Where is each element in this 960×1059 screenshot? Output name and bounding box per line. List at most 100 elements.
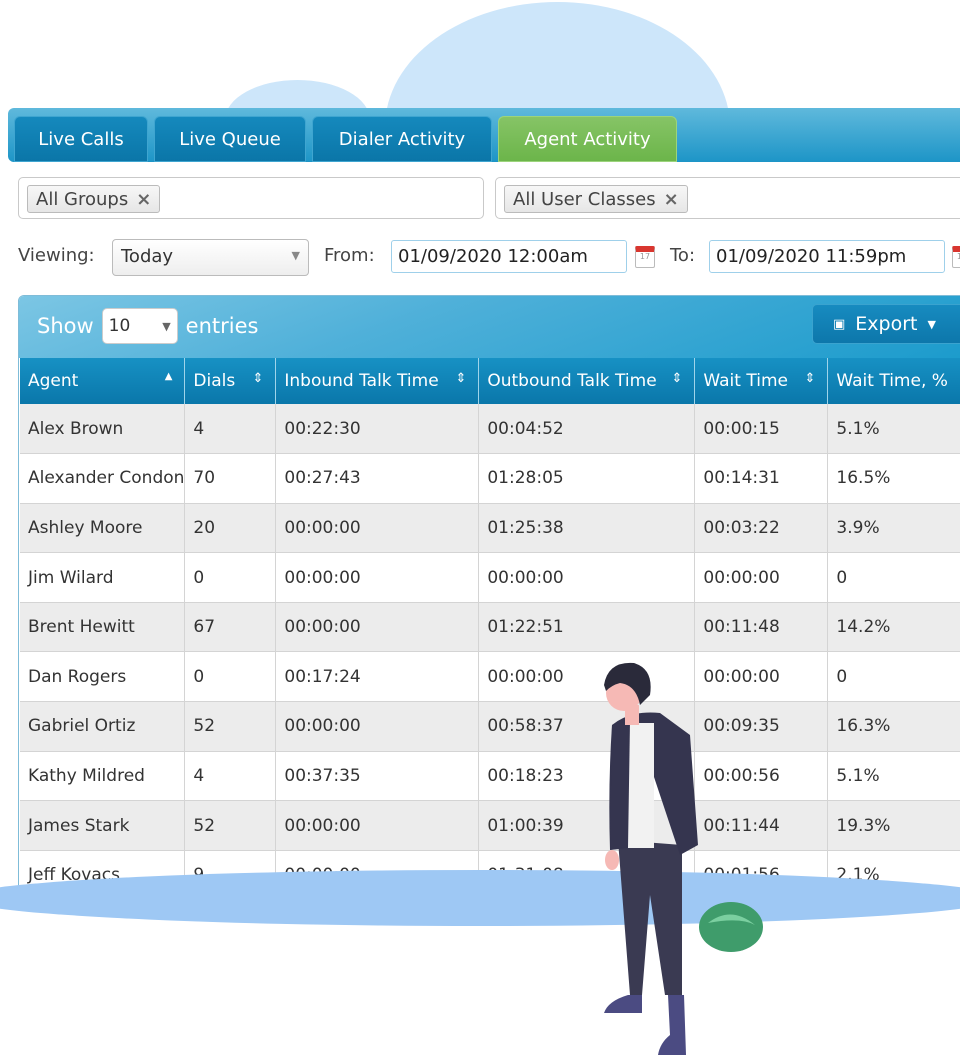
from-date-input[interactable]: 01/09/2020 12:00am [391,240,627,273]
show-label: Show [37,314,94,338]
sort-icon[interactable]: ⇕ [455,371,466,386]
from-label: From: [324,245,375,266]
table-cell: Ashley Moore [20,503,186,554]
export-button[interactable]: ▣ Export ▼ [812,304,960,344]
save-icon: ▣ [833,316,846,332]
viewing-value: Today [121,246,174,267]
table-cell: 16.5% [827,453,960,504]
export-label: Export [855,313,918,335]
table-cell: 16.3% [827,701,960,752]
column-header[interactable]: Wait Time, % [827,358,960,404]
dropdown-arrow-icon: ▼ [291,249,300,262]
table-row[interactable]: Alexander Condon 70 00:27:43 01:28:05 00:14:… [20,453,960,504]
table-cell: 3.9% [827,503,960,554]
table-cell: 5.1% [827,404,960,455]
column-header[interactable]: Outbound Talk Time ⇕ [478,358,696,404]
table-cell: 70 [184,453,277,504]
agent-table: Agent ▲ Dials ⇕ Inbound Talk Time ⇕ Outbound T… [20,358,960,888]
table-cell: 0 [827,552,960,603]
table-row[interactable]: Dan Rogers 0 00:17:24 00:00:00 00:00:00 0 [20,651,960,703]
calendar-icon[interactable]: 17 [952,246,960,268]
table-cell: James Stark [20,800,186,851]
calendar-icon[interactable]: 17 [635,246,655,268]
table-row[interactable]: Kathy Mildred 4 00:37:35 00:18:23 00:00:56 5.… [20,751,960,802]
column-label: Wait Time, % [836,371,948,391]
column-label: Dials [193,371,236,391]
column-label: Outbound Talk Time [487,371,657,391]
column-label: Agent [28,371,79,391]
tab-bar: Live Calls Live Queue Dialer Activity Ag… [8,108,960,162]
tab-live-queue[interactable]: Live Queue [154,116,306,162]
entries-label: entries [185,314,259,338]
table-cell: Brent Hewitt [20,602,186,653]
tab-agent-activity[interactable]: Agent Activity [498,116,677,162]
column-label: Inbound Talk Time [284,371,439,391]
table-cell: 00:00:15 [694,404,829,455]
remove-icon[interactable]: × [664,189,679,210]
table-cell: 00:00:00 [478,552,696,603]
sort-ascending-icon[interactable]: ▲ [165,371,173,382]
table-row[interactable]: Jim Wilard 0 00:00:00 00:00:00 00:00:00 0 [20,552,960,603]
dropdown-arrow-icon: ▼ [162,320,171,333]
remove-icon[interactable]: × [136,189,151,210]
sort-icon[interactable]: ⇕ [252,371,263,386]
user-classes-filter[interactable]: All User Classes × [495,177,960,219]
table-row[interactable]: Alex Brown 4 00:22:30 00:04:52 00:00:15 5.1% [20,404,960,455]
table-cell: 19.3% [827,800,960,851]
table-cell: 52 [184,701,277,752]
table-cell: 00:00:00 [275,602,480,653]
chip-label: All User Classes [513,188,656,210]
person-illustration [604,662,763,1055]
table-cell: 00:04:52 [478,404,696,455]
column-label: Wait Time [703,371,788,391]
table-cell: 00:00:00 [275,800,480,851]
table-cell: 0 [827,651,960,703]
viewing-select[interactable]: Today ▼ [112,239,309,276]
table-cell: 00:00:00 [275,701,480,752]
table-cell: 01:22:51 [478,602,696,653]
column-header[interactable]: Dials ⇕ [184,358,277,404]
groups-chip: All Groups × [27,185,161,213]
sort-icon[interactable]: ⇕ [805,371,816,386]
table-row[interactable]: Gabriel Ortiz 52 00:00:00 00:58:37 00:09:35 1… [20,701,960,752]
column-header[interactable]: Agent ▲ [20,358,186,404]
table-cell: 00:00:00 [694,552,829,603]
table-cell: Kathy Mildred [20,751,186,802]
user-classes-chip: All User Classes × [504,185,688,213]
to-label: To: [670,245,696,266]
table-row[interactable]: Brent Hewitt 67 00:00:00 01:22:51 00:11:48 14… [20,602,960,653]
sort-icon[interactable]: ⇕ [672,371,683,386]
app-window: Live Calls Live Queue Dialer Activity Ag… [8,108,960,888]
table-cell: 4 [184,751,277,802]
table-cell: Gabriel Ortiz [20,701,186,752]
table-cell: 00:11:48 [694,602,829,653]
tab-live-calls[interactable]: Live Calls [14,116,148,162]
table-cell: 00:17:24 [275,651,480,703]
to-date-input[interactable]: 01/09/2020 11:59pm [709,240,945,273]
page-length-control: Show 10 ▼ entries [37,308,258,344]
table-cell: Dan Rogers [20,651,186,703]
chip-label: All Groups [36,188,129,210]
groups-filter[interactable]: All Groups × [18,177,484,219]
table-cell: 20 [184,503,277,554]
table-cell: 0 [184,552,277,603]
table-cell: 00:27:43 [275,453,480,504]
table-cell: Jim Wilard [20,552,186,603]
column-header[interactable]: Inbound Talk Time ⇕ [275,358,480,404]
ground-ellipse [0,870,960,926]
table-cell: 00:22:30 [275,404,480,455]
column-header[interactable]: Wait Time ⇕ [694,358,829,404]
agent-table-panel: Show 10 ▼ entries ▣ Export ▼ Agent ▲ Dials ⇕ In… [18,295,960,888]
table-cell: 0 [184,651,277,703]
table-cell: 01:25:38 [478,503,696,554]
tab-dialer-activity[interactable]: Dialer Activity [312,116,492,162]
table-cell: Alex Brown [20,404,186,455]
table-cell: 00:00:00 [275,552,480,603]
table-row[interactable]: James Stark 52 00:00:00 01:00:39 00:11:44 19.… [20,800,960,851]
table-cell: 14.2% [827,602,960,653]
page-length-select[interactable]: 10 ▼ [101,308,178,344]
plant-icon [699,902,763,952]
table-cell: 4 [184,404,277,455]
table-cell: 00:03:22 [694,503,829,554]
table-row[interactable]: Ashley Moore 20 00:00:00 01:25:38 00:03:22 3.… [20,503,960,554]
